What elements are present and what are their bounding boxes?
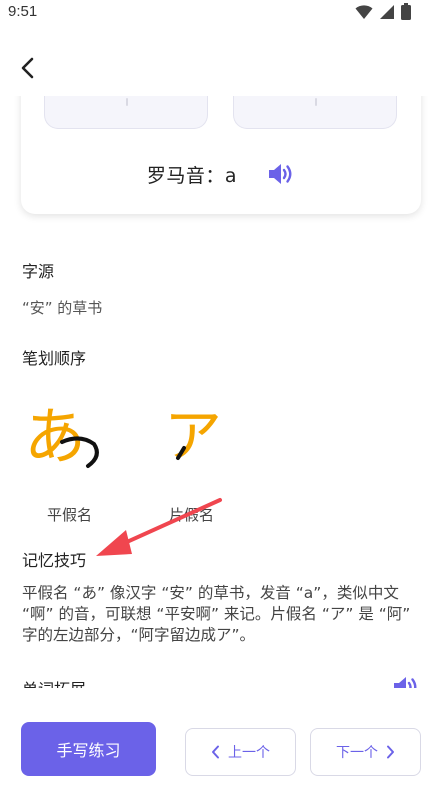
memory-line: 字的左边部分，“阿字留边成ア”。 xyxy=(22,626,256,644)
back-button[interactable] xyxy=(14,54,42,82)
previous-label: 上一个 xyxy=(228,744,270,760)
romaji-text: 罗马音：a xyxy=(146,164,238,187)
bottom-action-bar: 手写练习 上一个 下一个 xyxy=(0,700,441,789)
kana-card: 罗马音：a xyxy=(21,96,421,214)
speaker-icon xyxy=(269,164,292,184)
katakana-slot[interactable] xyxy=(233,96,397,129)
next-label: 下一个 xyxy=(336,744,378,760)
chevron-right-icon xyxy=(387,745,394,759)
romaji-row: 罗马音：a xyxy=(21,160,421,188)
stroke-order-title: 笔划顺序 xyxy=(22,349,87,368)
nav-bar xyxy=(0,46,441,90)
memory-tips-text: 平假名 “あ” 像汉字 “安” 的草书，发音 “a”，类似中文 “啊” 的音，可… xyxy=(22,583,432,646)
hiragana-stroke-image: あ xyxy=(24,400,99,473)
vocab-expansion-title: 单词拓展 xyxy=(22,676,86,688)
stroke-order-row: あ ア 平假名 片假名 xyxy=(22,396,282,526)
memory-tips-title: 记忆技巧 xyxy=(22,551,87,570)
slot-indicator xyxy=(315,98,317,106)
status-bar: 9:51 xyxy=(0,0,441,26)
status-icons xyxy=(355,3,411,20)
battery-icon xyxy=(401,3,411,20)
hiragana-stroke-animation[interactable]: あ xyxy=(22,396,112,476)
hiragana-label: 平假名 xyxy=(47,506,93,524)
memory-line: “啊” 的音，可联想 “平安啊” 来记。片假名 “ア” 是 “阿” xyxy=(22,605,411,623)
slot-indicator xyxy=(126,98,128,106)
signal-icon xyxy=(380,4,394,19)
status-time: 9:51 xyxy=(8,3,38,20)
vocab-play-sound-button[interactable] xyxy=(392,674,420,688)
chevron-left-icon xyxy=(212,745,219,759)
wifi-icon xyxy=(355,4,373,19)
chevron-left-icon xyxy=(21,57,34,79)
handwriting-practice-button[interactable]: 手写练习 xyxy=(21,722,156,776)
speaker-icon xyxy=(394,677,417,688)
previous-button[interactable]: 上一个 xyxy=(185,728,296,776)
svg-text:ア: ア xyxy=(164,402,222,470)
katakana-stroke-image: ア xyxy=(164,402,222,470)
memory-line: 平假名 “あ” 像汉字 “安” 的草书，发音 “a”，类似中文 xyxy=(22,584,399,602)
katakana-stroke-animation[interactable]: ア xyxy=(162,396,252,476)
next-button[interactable]: 下一个 xyxy=(310,728,421,776)
source-title: 字源 xyxy=(22,262,55,281)
hiragana-slot[interactable] xyxy=(44,96,208,129)
katakana-label: 片假名 xyxy=(169,506,215,524)
play-sound-button[interactable] xyxy=(267,160,295,188)
source-text: “安” 的草书 xyxy=(22,299,103,317)
content-scroll-area[interactable]: 罗马音：a 字源 “安” 的草书 笔划顺序 あ ア 平假名 片假名 记忆技巧 平… xyxy=(0,96,441,688)
